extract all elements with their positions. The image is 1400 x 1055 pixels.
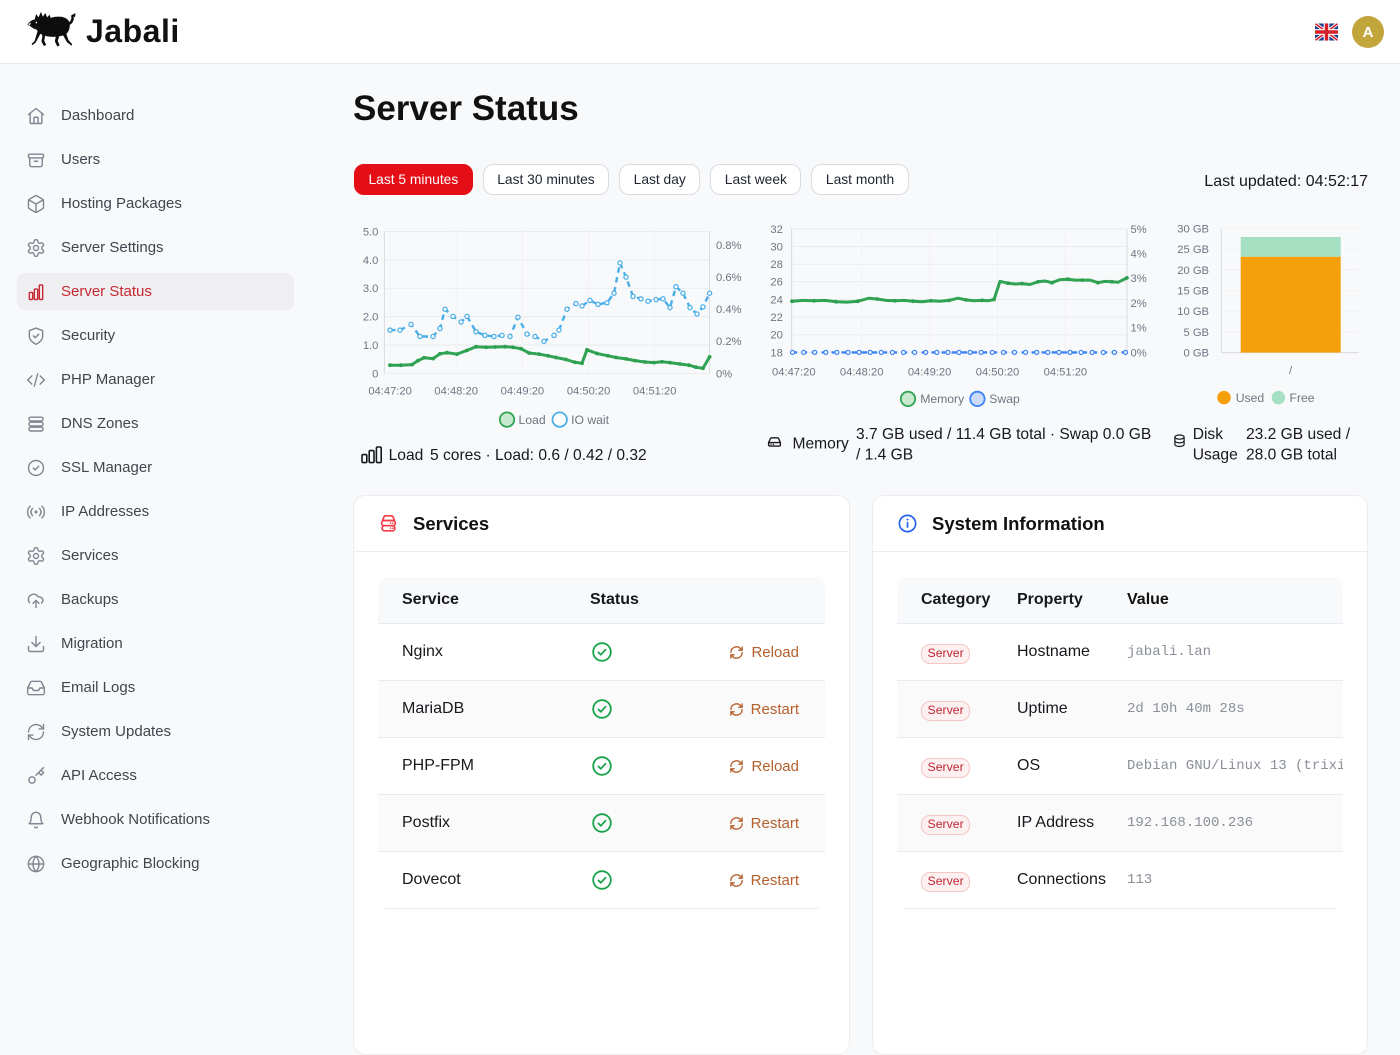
svg-text:22: 22 [770,312,782,324]
svg-text:Usage: Usage [1193,446,1238,463]
svg-text:0.8%: 0.8% [716,240,742,252]
svg-text:28: 28 [770,259,782,271]
svg-text:04:49:20: 04:49:20 [908,367,952,379]
svg-text:20: 20 [770,330,782,342]
svg-text:20 GB: 20 GB [1177,265,1209,277]
svg-text:5 GB: 5 GB [1184,327,1210,339]
svg-text:0.2%: 0.2% [716,336,742,348]
svg-text:32: 32 [770,224,782,236]
svg-text:04:51:20: 04:51:20 [633,385,677,397]
svg-text:Disk: Disk [1193,426,1224,443]
svg-text:30: 30 [770,241,782,253]
svg-text:0%: 0% [716,368,732,380]
svg-text:1%: 1% [1131,323,1147,335]
svg-text:26: 26 [770,277,782,289]
svg-text:Load: Load [519,413,546,427]
svg-text:5 cores · Load: 0.6 / 0.42 / 0: 5 cores · Load: 0.6 / 0.42 / 0.32 [430,447,647,464]
svg-text:2%: 2% [1131,298,1147,310]
svg-text:Used: Used [1236,391,1264,405]
svg-text:0: 0 [372,368,378,380]
svg-text:IO wait: IO wait [571,413,610,427]
svg-text:0 GB: 0 GB [1184,348,1210,360]
svg-text:15 GB: 15 GB [1177,286,1209,298]
svg-text:04:48:20: 04:48:20 [840,367,884,379]
svg-text:04:50:20: 04:50:20 [567,385,611,397]
svg-text:/ 1.4 GB: / 1.4 GB [856,446,913,463]
svg-text:04:49:20: 04:49:20 [501,385,545,397]
svg-text:0.6%: 0.6% [716,272,742,284]
svg-text:04:47:20: 04:47:20 [368,385,412,397]
svg-text:4.0: 4.0 [363,255,379,267]
svg-text:Load: Load [389,447,424,464]
svg-text:Free: Free [1290,391,1315,405]
svg-text:28.0 GB total: 28.0 GB total [1246,446,1337,463]
svg-text:Memory: Memory [793,436,850,453]
svg-text:0%: 0% [1131,347,1147,359]
svg-text:3.0: 3.0 [363,283,379,295]
svg-text:04:48:20: 04:48:20 [434,385,478,397]
svg-text:/: / [1289,365,1293,377]
svg-text:1.0: 1.0 [363,340,379,352]
svg-text:Memory: Memory [920,392,965,406]
svg-text:0.4%: 0.4% [716,304,742,316]
svg-text:3.7 GB used / 11.4 GB total ·: 3.7 GB used / 11.4 GB total · Swap 0.0 G… [856,426,1151,443]
svg-text:04:50:20: 04:50:20 [976,367,1020,379]
svg-text:30 GB: 30 GB [1177,224,1209,236]
svg-text:04:47:20: 04:47:20 [772,367,816,379]
svg-text:Swap: Swap [989,392,1020,406]
svg-text:18: 18 [770,347,782,359]
svg-text:5%: 5% [1131,224,1147,236]
svg-text:10 GB: 10 GB [1177,306,1209,318]
svg-text:24: 24 [770,294,782,306]
svg-text:5.0: 5.0 [363,226,379,238]
svg-text:2.0: 2.0 [363,312,379,324]
svg-text:4%: 4% [1131,249,1147,261]
svg-text:04:51:20: 04:51:20 [1044,367,1088,379]
svg-text:3%: 3% [1131,273,1147,285]
svg-text:23.2 GB used /: 23.2 GB used / [1246,426,1351,443]
svg-text:25 GB: 25 GB [1177,244,1209,256]
